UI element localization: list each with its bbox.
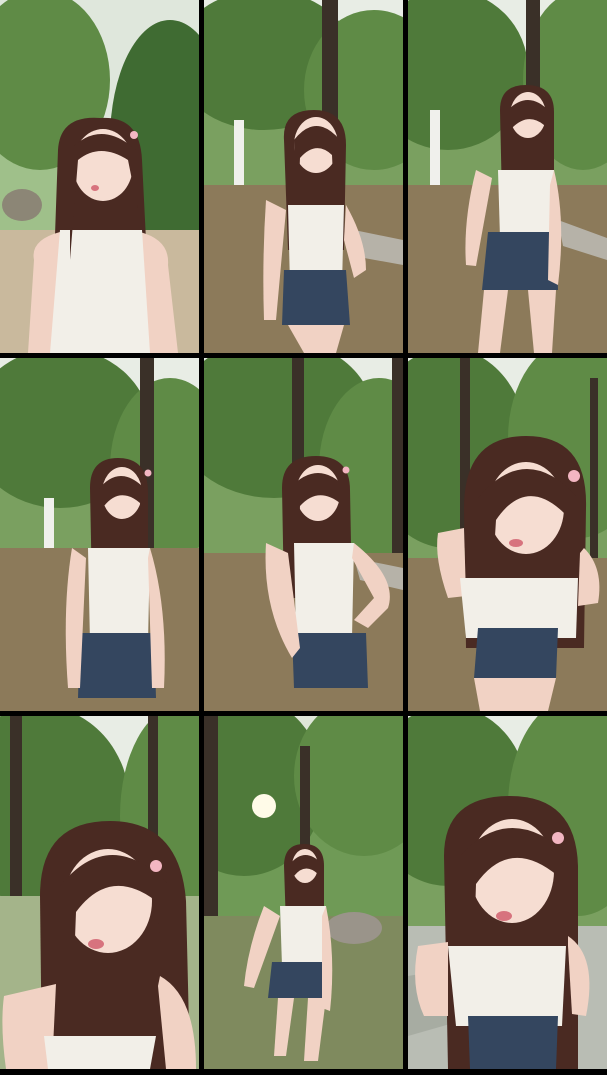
photo-frame-5[interactable] [204, 358, 403, 711]
photo-frame-1[interactable] [0, 0, 199, 353]
photo-3 [408, 0, 607, 353]
photo-1 [0, 0, 199, 353]
photo-grid [0, 0, 607, 1075]
photo-6 [408, 358, 607, 711]
photo-8 [204, 716, 403, 1069]
photo-frame-4[interactable] [0, 358, 199, 711]
photo-frame-7[interactable] [0, 716, 199, 1069]
photo-frame-9[interactable] [408, 716, 607, 1069]
photo-frame-8[interactable] [204, 716, 403, 1069]
photo-frame-2[interactable] [204, 0, 403, 353]
photo-frame-6[interactable] [408, 358, 607, 711]
photo-2 [204, 0, 403, 353]
photo-7 [0, 716, 199, 1069]
photo-5 [204, 358, 403, 711]
photo-frame-3[interactable] [408, 0, 607, 353]
photo-9 [408, 716, 607, 1069]
photo-4 [0, 358, 199, 711]
